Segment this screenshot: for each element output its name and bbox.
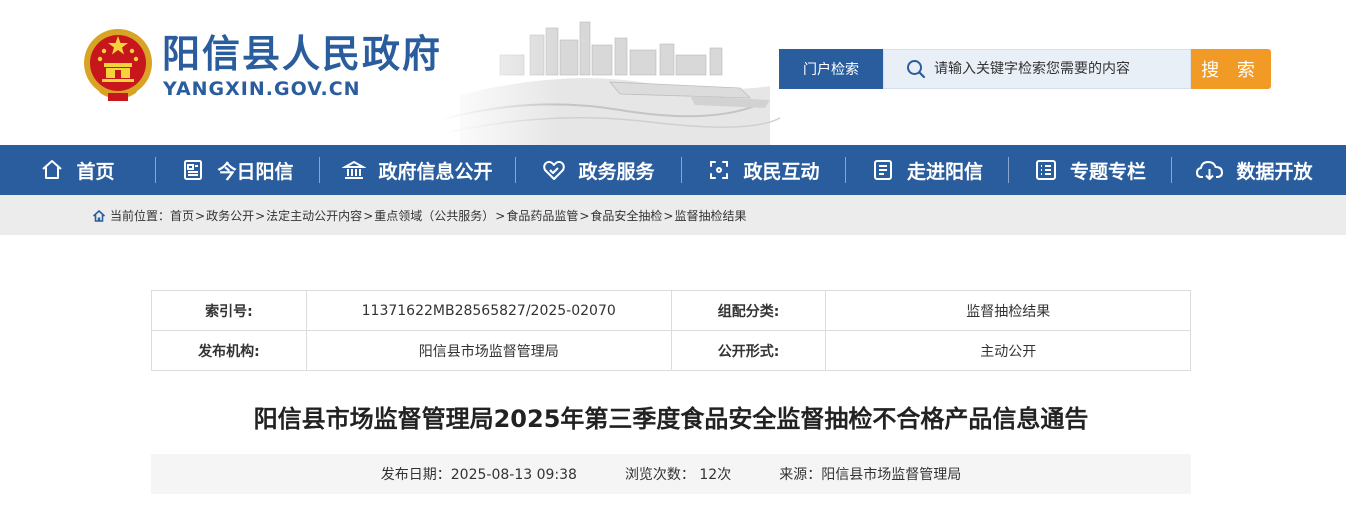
nav-item-home[interactable]: 首页	[0, 145, 155, 195]
source-label: 来源：	[779, 467, 822, 483]
nav-item-label: 数据开放	[1236, 160, 1313, 183]
search-scope-button[interactable]: 门户检索	[779, 49, 883, 89]
nav-item-open-data[interactable]: 数据开放	[1172, 145, 1337, 195]
publish-date-label: 发布日期：	[380, 467, 451, 483]
handshake-heart-icon	[543, 160, 566, 180]
views-group: 浏览次数： 12次	[625, 464, 731, 484]
breadcrumb: 当前位置： 首页 > 政务公开 > 法定主动公开内容 > 重点领域（公共服务） > 食品…	[92, 207, 747, 224]
views-count: 12次	[699, 467, 732, 483]
search-icon	[907, 60, 926, 79]
info-value-index-number: 11371622MB28565827/2025-02070	[305, 290, 672, 331]
site-header: 阳信县人民政府 YANGXIN.GOV.CN 门户检索 搜 索	[0, 0, 1346, 145]
newspaper-icon	[184, 160, 203, 180]
publish-date-group: 发布日期：2025-08-13 09:38	[381, 464, 577, 484]
interaction-arrows-icon	[710, 161, 729, 179]
breadcrumb-link[interactable]: 首页	[170, 207, 194, 224]
government-building-icon	[342, 160, 367, 179]
document-info-table: 索引号: 11371622MB28565827/2025-02070 组配分类:…	[151, 290, 1191, 371]
nav-item-interaction[interactable]: 政民互动	[682, 145, 845, 195]
document-list-icon	[873, 160, 892, 180]
search-bar: 门户检索 搜 索	[779, 49, 1271, 89]
home-icon	[92, 209, 106, 222]
info-key-category: 组配分类:	[670, 290, 827, 331]
article-title: 阳信县市场监督管理局2025年第三季度食品安全监督抽检不合格产品信息通告	[253, 405, 1089, 433]
nav-item-label: 政府信息公开	[378, 160, 493, 183]
source-group: 来源：阳信县市场监督管理局	[779, 464, 961, 484]
breadcrumb-link[interactable]: 重点领域（公共服务）	[374, 207, 494, 224]
info-value-category: 监督抽检结果	[825, 290, 1191, 331]
table-row: 索引号: 11371622MB28565827/2025-02070 组配分类:…	[151, 290, 1191, 331]
nav-item-label: 专题专栏	[1069, 160, 1146, 183]
nav-item-label: 今日阳信	[217, 160, 294, 183]
breadcrumb-link[interactable]: 食品安全抽检	[590, 207, 662, 224]
breadcrumb-prefix: 当前位置：	[110, 209, 171, 223]
checklist-icon	[1035, 160, 1056, 180]
breadcrumb-link[interactable]: 法定主动公开内容	[266, 207, 362, 224]
breadcrumb-separator: >	[663, 208, 674, 223]
nav-item-special-topics[interactable]: 专题专栏	[1009, 145, 1171, 195]
national-emblem-logo	[84, 29, 152, 101]
breadcrumb-current[interactable]: 监督抽检结果	[674, 207, 746, 224]
breadcrumb-separator: >	[579, 208, 590, 223]
breadcrumb-link[interactable]: 食品药品监管	[506, 207, 578, 224]
search-button[interactable]: 搜 索	[1191, 49, 1271, 89]
info-value-publisher: 阳信县市场监督管理局	[305, 330, 672, 371]
source-value: 阳信县市场监督管理局	[821, 467, 962, 483]
home-icon	[42, 160, 63, 179]
site-name[interactable]: 阳信县人民政府	[162, 32, 442, 76]
breadcrumb-separator: >	[495, 208, 506, 223]
nav-item-label: 政务服务	[578, 160, 655, 183]
views-label: 浏览次数：	[624, 467, 695, 483]
info-key-disclosure-form: 公开形式:	[670, 330, 827, 371]
info-key-publisher: 发布机构:	[151, 330, 307, 371]
cloud-download-icon	[1196, 161, 1224, 180]
breadcrumb-separator: >	[363, 208, 374, 223]
nav-item-gov-info[interactable]: 政府信息公开	[320, 145, 515, 195]
nav-item-label: 走进阳信	[906, 160, 983, 183]
info-value-disclosure-form: 主动公开	[825, 330, 1191, 371]
nav-item-about-yangxin[interactable]: 走进阳信	[846, 145, 1008, 195]
breadcrumb-separator: >	[195, 208, 206, 223]
nav-item-label: 政民互动	[743, 160, 820, 183]
publish-date: 2025-08-13 09:38	[450, 467, 577, 483]
breadcrumb-bar: 当前位置： 首页 > 政务公开 > 法定主动公开内容 > 重点领域（公共服务） > 食品…	[0, 195, 1346, 235]
search-box	[883, 49, 1191, 89]
nav-item-today-yangxin[interactable]: 今日阳信	[156, 145, 319, 195]
main-navigation: 首页 今日阳信 政府信息公开 政务服务 政民互动 走进阳信 专题专栏 数据开放	[0, 145, 1346, 195]
breadcrumb-separator: >	[255, 208, 266, 223]
site-domain: YANGXIN.GOV.CN	[163, 78, 361, 100]
nav-item-gov-services[interactable]: 政务服务	[516, 145, 681, 195]
breadcrumb-link[interactable]: 政务公开	[206, 207, 254, 224]
article-meta: 发布日期：2025-08-13 09:38 浏览次数： 12次 来源：阳信县市场…	[151, 454, 1191, 494]
table-row: 发布机构: 阳信县市场监督管理局 公开形式: 主动公开	[151, 330, 1191, 371]
search-input[interactable]	[934, 61, 1184, 77]
info-key-index-number: 索引号:	[151, 290, 307, 331]
nav-item-label: 首页	[76, 160, 115, 183]
